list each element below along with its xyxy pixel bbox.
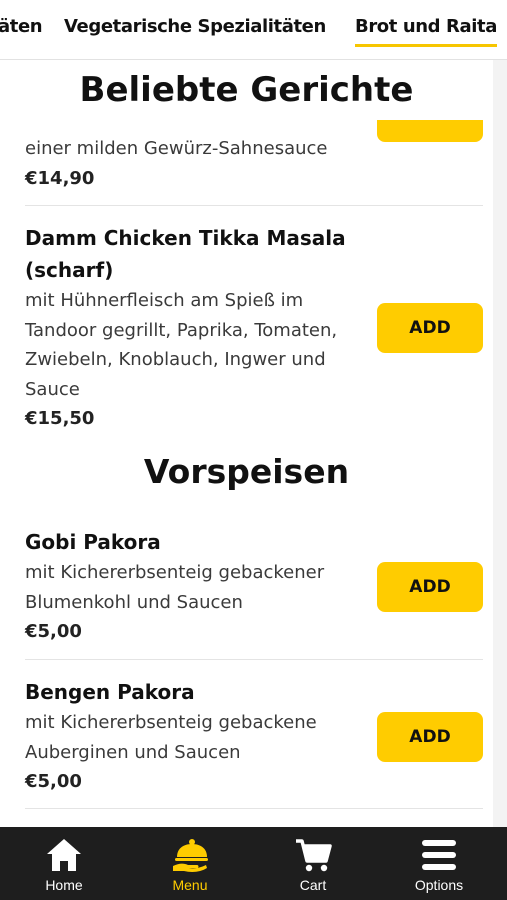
dish-price: €5,00	[25, 771, 82, 792]
nav-item-menu[interactable]: Menu	[127, 827, 253, 900]
nav-label-home: Home	[45, 877, 83, 893]
dish-price: €14,90	[25, 167, 95, 189]
add-button-gobi-pakora[interactable]: ADD	[377, 562, 483, 612]
divider	[25, 205, 483, 206]
dish-description: einer milden Gewürz-Sahnesauce	[25, 138, 328, 159]
dish-price: €15,50	[25, 408, 95, 429]
nav-item-home[interactable]: Home	[1, 827, 127, 900]
scrollbar-track[interactable]	[493, 60, 507, 827]
divider	[25, 659, 483, 660]
dish-price: €5,00	[25, 621, 82, 642]
dish-name: Gobi Pakora	[25, 530, 161, 554]
category-tab-vegetarian[interactable]: Vegetarische Spezialitäten	[64, 16, 326, 37]
dish-name: Damm Chicken Tikka Masala	[25, 226, 346, 250]
nav-label-options: Options	[414, 877, 464, 893]
dish-description-line: Blumenkohl und Saucen	[25, 591, 243, 613]
section-title-starters: Vorspeisen	[143, 452, 350, 491]
dish-description-line: Sauce	[25, 378, 80, 400]
add-button-bengen-pakora[interactable]: ADD	[377, 712, 483, 762]
dish-description-line: mit Kichererbsenteig gebackener	[25, 562, 325, 583]
menu-cloche-icon	[173, 839, 208, 872]
dish-name-suffix: (scharf)	[25, 258, 114, 282]
nav-item-cart[interactable]: Cart	[250, 827, 376, 900]
category-tabs: äten Vegetarische Spezialitäten Brot und…	[0, 0, 507, 60]
cart-icon	[296, 839, 332, 872]
nav-label-cart: Cart	[299, 877, 327, 893]
bottom-navigation: Home Menu Cart Options	[0, 827, 507, 900]
dish-description-line: Zwiebeln, Knoblauch, Ingwer und	[25, 349, 326, 370]
dish-description-line: Tandoor gegrillt, Paprika, Tomaten,	[25, 319, 338, 341]
dish-name: Bengen Pakora	[25, 680, 195, 704]
hamburger-icon	[422, 840, 456, 870]
nav-label-menu: Menu	[172, 877, 208, 893]
category-tab-bread-raita[interactable]: Brot und Raita	[355, 16, 497, 47]
dish-description-line: Auberginen und Saucen	[25, 741, 241, 763]
section-title-popular: Beliebte Gerichte	[79, 70, 414, 110]
category-tab-partial[interactable]: äten	[0, 16, 43, 37]
dish-description-line: mit Kichererbsenteig gebackene	[25, 712, 317, 733]
home-icon	[47, 839, 81, 871]
add-button-chicken-tikka[interactable]: ADD	[377, 303, 483, 353]
divider	[25, 808, 483, 809]
nav-item-options[interactable]: Options	[376, 827, 502, 900]
dish-description-line: mit Hühnerfleisch am Spieß im	[25, 290, 304, 311]
menu-content: Beliebte Gerichte einer milden Gewürz-Sa…	[0, 60, 493, 827]
dish-item-partial: einer milden Gewürz-Sahnesauce €14,90	[25, 134, 483, 193]
